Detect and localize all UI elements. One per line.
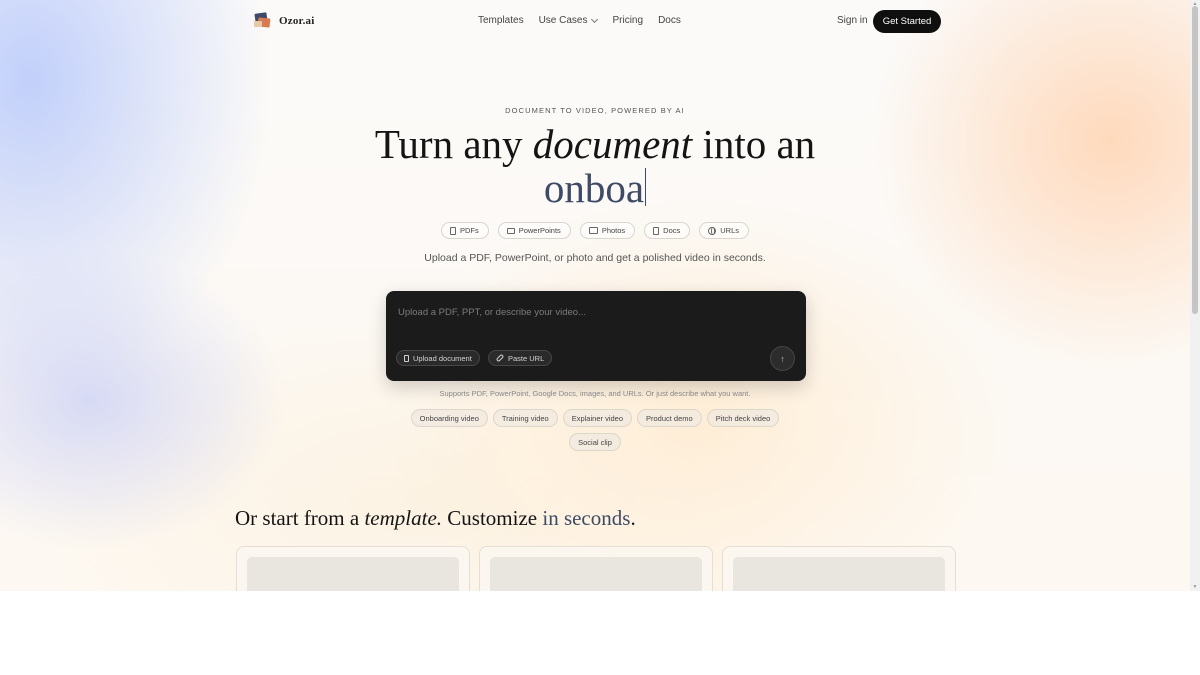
typing-text: onboa [543, 165, 645, 211]
hero-headline: Turn any document into an [0, 122, 1190, 166]
hero-eyebrow: DOCUMENT TO VIDEO, POWERED BY AI [505, 106, 685, 115]
nav-link-docs[interactable]: Docs [658, 15, 681, 26]
suggestion-pitch-deck-video[interactable]: Pitch deck video [706, 409, 780, 427]
headline-end: into an [692, 121, 816, 167]
get-started-button[interactable]: Get Started [873, 10, 941, 33]
paste-url-label: Paste URL [508, 353, 545, 363]
upload-document-button[interactable]: Upload document [396, 350, 480, 366]
suggestion-chips-row-2: Social clip [0, 433, 1190, 451]
send-button[interactable]: ↑ [770, 346, 795, 371]
format-chips: PDFs PowerPoints Photos Docs URLs [0, 222, 1190, 239]
prompt-box [386, 291, 806, 381]
scrollbar[interactable]: ▲ ▼ [1190, 0, 1200, 591]
upload-document-label: Upload document [413, 353, 472, 363]
hero-subtitle: Upload a PDF, PowerPoint, or photo and g… [424, 252, 766, 264]
supports-note: Supports PDF, PowerPoint, Google Docs, i… [439, 389, 751, 398]
format-chip-powerpoints: PowerPoints [497, 222, 571, 239]
templates-heading-emphasis: template. [364, 506, 443, 530]
format-chip-label: PowerPoints [518, 226, 561, 235]
brand-logo[interactable]: Ozor.ai [253, 12, 315, 29]
globe-icon [708, 226, 717, 235]
paste-url-button[interactable]: Paste URL [488, 350, 553, 366]
template-thumbnail [247, 557, 459, 591]
format-chip-label: PDFs [459, 226, 479, 235]
link-icon [495, 353, 505, 363]
template-card[interactable] [479, 546, 713, 591]
templates-heading-start: Or start from a [235, 506, 365, 530]
suggestion-onboarding-video[interactable]: Onboarding video [410, 409, 488, 427]
scrollbar-thumb[interactable] [1192, 6, 1198, 314]
headline-emphasis: document [532, 121, 693, 167]
format-chip-label: URLs [720, 226, 740, 235]
nav-link-use-cases-label: Use Cases [538, 15, 588, 26]
suggestion-chips: Onboarding video Training video Explaine… [0, 409, 1190, 427]
scroll-down-icon[interactable]: ▼ [1190, 584, 1200, 590]
arrow-up-icon: ↑ [780, 353, 785, 364]
image-icon [588, 227, 598, 234]
hero-typing-line: onboa [0, 166, 1190, 210]
nav-link-use-cases[interactable]: Use Cases [538, 15, 599, 26]
format-chip-docs: Docs [644, 222, 691, 239]
suggestion-product-demo[interactable]: Product demo [637, 409, 702, 427]
chevron-down-icon [591, 15, 599, 23]
templates-heading-mid: Customize [442, 506, 543, 530]
page-viewport: Ozor.ai Templates Use Cases Pricing Docs… [0, 0, 1190, 591]
template-card[interactable] [236, 546, 470, 591]
template-thumbnail [733, 557, 945, 591]
templates-heading-accent: in seconds [542, 506, 631, 530]
suggestion-social-clip[interactable]: Social clip [569, 433, 621, 451]
format-chip-pdfs: PDFs [440, 222, 489, 239]
template-card[interactable] [722, 546, 956, 591]
top-navigation: Ozor.ai Templates Use Cases Pricing Docs… [0, 0, 1190, 42]
templates-heading: Or start from a template. Customize in s… [235, 506, 636, 531]
nav-links: Templates Use Cases Pricing Docs [478, 15, 681, 26]
logo-icon [253, 12, 271, 29]
suggestion-training-video[interactable]: Training video [492, 409, 558, 427]
headline-start: Turn any [374, 121, 533, 167]
prompt-input[interactable] [398, 305, 794, 319]
text-caret [645, 168, 647, 206]
document-icon [653, 226, 660, 235]
format-chip-photos: Photos [579, 222, 636, 239]
suggestion-explainer-video[interactable]: Explainer video [562, 409, 632, 427]
monitor-icon [506, 227, 515, 234]
format-chip-label: Docs [663, 226, 681, 235]
document-icon [449, 226, 456, 235]
brand-name: Ozor.ai [279, 14, 315, 27]
template-thumbnail [490, 557, 702, 591]
document-icon [404, 354, 409, 362]
format-chip-urls: URLs [699, 222, 750, 239]
format-chip-label: Photos [601, 226, 626, 235]
nav-link-pricing[interactable]: Pricing [612, 15, 643, 26]
nav-link-templates[interactable]: Templates [478, 15, 524, 26]
sign-in-link[interactable]: Sign in [837, 15, 868, 26]
templates-heading-end: . [630, 506, 636, 530]
